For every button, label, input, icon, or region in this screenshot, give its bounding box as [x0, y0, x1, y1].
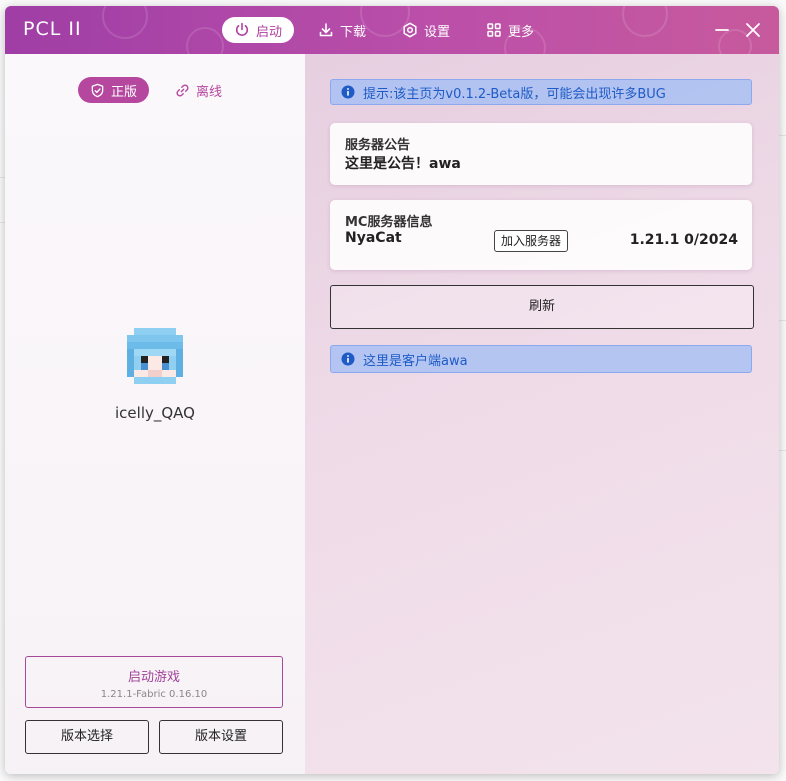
- version-settings-button[interactable]: 版本设置: [159, 720, 283, 754]
- client-hint-text: 这里是客户端awa: [363, 353, 468, 369]
- server-name: NyaCat: [345, 230, 402, 246]
- bg-divider: [779, 450, 786, 451]
- download-icon: [319, 23, 333, 37]
- app-title: PCL II: [23, 18, 82, 40]
- join-server-button[interactable]: 加入服务器: [494, 230, 569, 252]
- gear-icon: [403, 22, 417, 38]
- announcement-title: 服务器公告: [345, 138, 411, 153]
- close-icon: [746, 23, 760, 37]
- account-panel: 正版 离线 icelly_QAQ 启动游戏 1.21.1-Fabric 0.16…: [5, 54, 305, 774]
- nav-settings-label: 设置: [424, 24, 451, 40]
- launch-game-button[interactable]: 启动游戏 1.21.1-Fabric 0.16.10: [25, 656, 283, 708]
- launch-game-label: 启动游戏: [127, 670, 180, 685]
- mode-official-tab[interactable]: 正版: [78, 77, 150, 103]
- shield-check-icon: [91, 83, 104, 97]
- select-version-button[interactable]: 版本选择: [25, 720, 149, 754]
- nav-launch-label: 启动: [256, 24, 283, 40]
- nav-download[interactable]: 下载: [306, 17, 378, 43]
- grid-icon: [487, 23, 501, 37]
- refresh-button[interactable]: 刷新: [330, 285, 754, 329]
- nav-launch[interactable]: 启动: [222, 17, 295, 43]
- login-mode-switch: 正版 离线: [78, 77, 248, 103]
- player-name: icelly_QAQ: [115, 404, 195, 422]
- nav-more-label: 更多: [508, 24, 535, 40]
- launch-version-label: 1.21.1-Fabric 0.16.10: [100, 689, 208, 700]
- bg-divider: [779, 135, 786, 136]
- nav-download-label: 下载: [340, 24, 367, 40]
- bg-divider: [779, 320, 786, 321]
- mode-official-label: 正版: [111, 84, 138, 100]
- beta-hint-text: 提示:该主页为v0.1.2-Beta版，可能会出现许多BUG: [363, 86, 666, 102]
- mode-offline-tab[interactable]: 离线: [163, 77, 234, 103]
- info-icon: [341, 352, 355, 366]
- nav-more[interactable]: 更多: [474, 17, 546, 43]
- close-button[interactable]: [742, 19, 764, 41]
- nav-settings[interactable]: 设置: [390, 17, 462, 43]
- beta-hint-banner: 提示:该主页为v0.1.2-Beta版，可能会出现许多BUG: [330, 79, 752, 105]
- server-info-card: MC服务器信息 NyaCat 加入服务器 1.21.1 0/2024: [330, 200, 752, 270]
- home-panel: 提示:该主页为v0.1.2-Beta版，可能会出现许多BUG 服务器公告 这里是…: [305, 54, 779, 774]
- mode-offline-label: 离线: [196, 84, 223, 100]
- announcement-card: 服务器公告 这里是公告！awa: [330, 123, 752, 185]
- title-bar[interactable]: PCL II 启动 下载 设置 更多: [5, 6, 779, 54]
- info-icon: [341, 85, 355, 99]
- minimize-icon: [715, 29, 729, 31]
- main-nav: 启动 下载 设置 更多: [222, 17, 558, 43]
- power-icon: [235, 22, 249, 36]
- server-status: 1.21.1 0/2024: [629, 232, 738, 248]
- client-hint-banner: 这里是客户端awa: [330, 345, 752, 373]
- link-icon: [176, 84, 189, 96]
- announcement-body: 这里是公告！awa: [345, 156, 461, 172]
- launcher-window: PCL II 启动 下载 设置 更多 正版 离线 icelly_QAQ 启动游戏…: [5, 6, 779, 774]
- player-avatar[interactable]: [127, 328, 183, 384]
- server-info-title: MC服务器信息: [345, 215, 433, 230]
- minimize-button[interactable]: [711, 19, 733, 41]
